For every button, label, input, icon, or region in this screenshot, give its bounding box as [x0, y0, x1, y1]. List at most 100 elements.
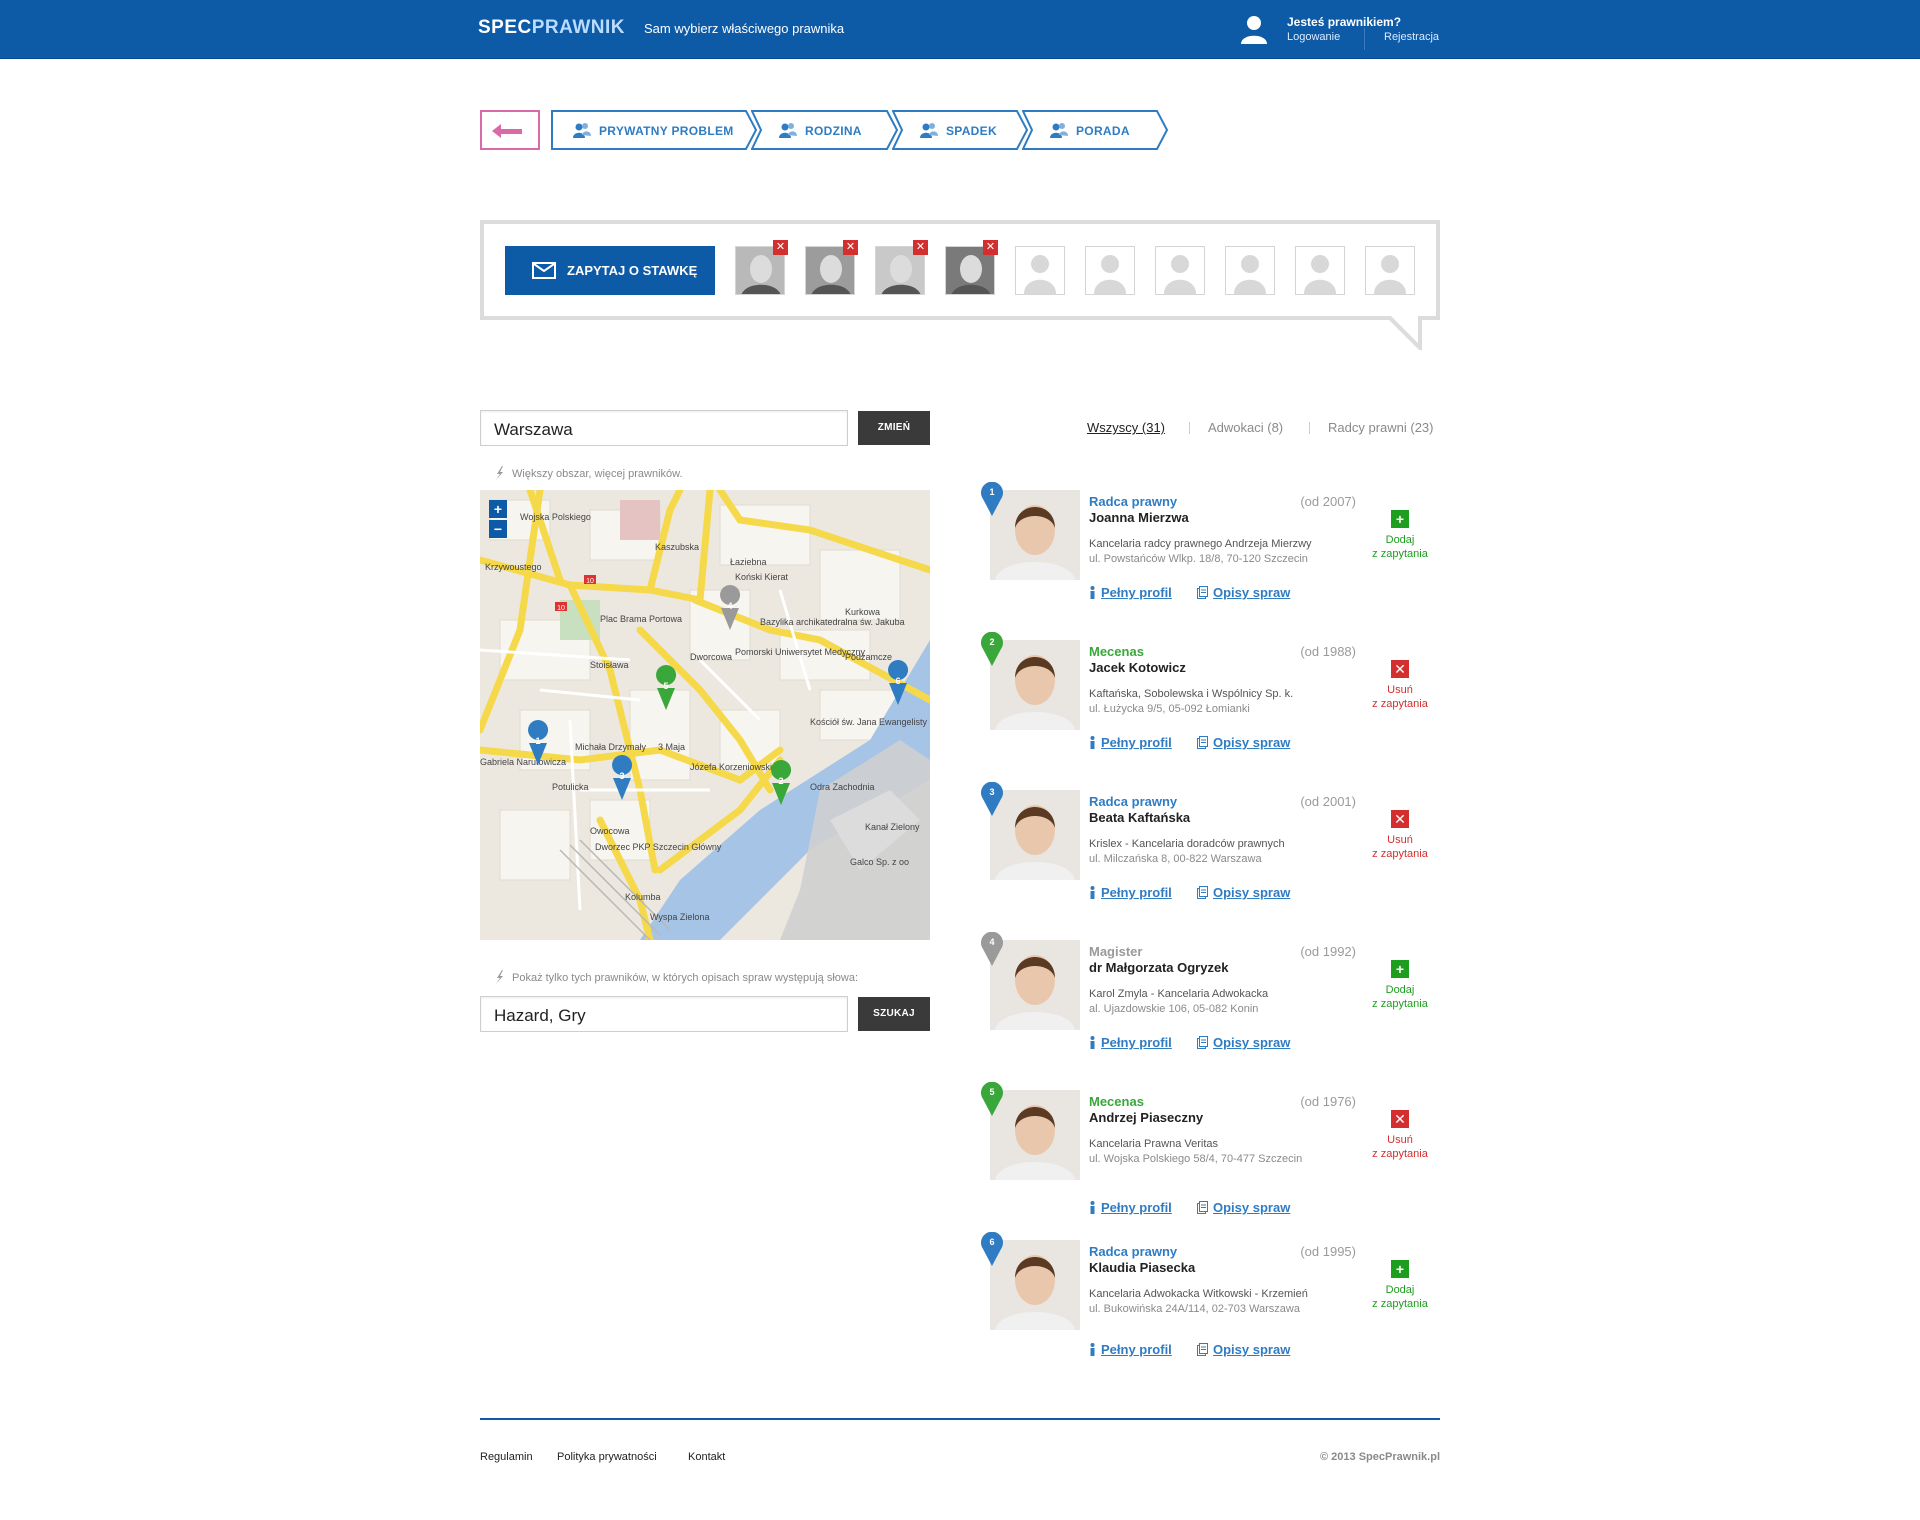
lawyer-name[interactable]: dr Małgorzata Ogryzek [1089, 960, 1228, 975]
case-descriptions-link[interactable]: Opisy spraw [1197, 885, 1290, 900]
document-icon [1197, 1201, 1208, 1214]
top-bar: SPECPRAWNIK Sam wybierz właściwego prawn… [0, 0, 1920, 59]
lawyer-name[interactable]: Beata Kaftańska [1089, 810, 1190, 825]
step-private-problem[interactable]: PRYWATNY PROBLEM [551, 110, 758, 150]
lawyer-name[interactable]: Andrzej Piaseczny [1089, 1110, 1203, 1125]
remove-thumbnail-button[interactable]: ✕ [843, 240, 858, 255]
lawyer-card: 5 Mecenas (od 1976) Andrzej Piaseczny Ka… [980, 1081, 1440, 1222]
road-marker-label: 10 [586, 578, 594, 585]
add-to-request-button[interactable]: + Dodaj z zapytania [1360, 510, 1440, 561]
map-canvas: 10 10 Plac Brama Portowa Bazylika archik… [480, 490, 930, 940]
person-icon [1090, 1343, 1095, 1356]
footer-link-contact[interactable]: Kontakt [688, 1451, 725, 1463]
lawyer-role: Radca prawny [1089, 794, 1178, 809]
empty-slot [1015, 246, 1065, 295]
search-button[interactable]: SZUKAJ [858, 997, 930, 1031]
full-profile-link[interactable]: Pełny profil [1089, 1200, 1172, 1215]
lawyer-card: 6 Radca prawny (od 1995) Klaudia Piaseck… [980, 1231, 1440, 1372]
tab-advocates[interactable]: Adwokaci (8) [1208, 420, 1283, 435]
empty-slot [1295, 246, 1345, 295]
add-to-request-button[interactable]: + Dodaj z zapytania [1360, 1260, 1440, 1311]
lawyer-name[interactable]: Klaudia Piasecka [1089, 1260, 1195, 1275]
tab-divider [1309, 422, 1310, 434]
close-icon: ✕ [1391, 810, 1409, 828]
case-descriptions-link[interactable]: Opisy spraw [1197, 1342, 1290, 1357]
lawyer-card: 3 Radca prawny (od 2001) Beata Kaftańska… [980, 781, 1440, 922]
zoom-out-button[interactable]: − [489, 520, 507, 538]
remove-thumbnail-button[interactable]: ✕ [983, 240, 998, 255]
login-link[interactable]: Logowanie [1287, 31, 1340, 43]
remove-from-request-button[interactable]: ✕ Usuń z zapytania [1360, 660, 1440, 711]
map[interactable]: 10 10 Plac Brama Portowa Bazylika archik… [480, 490, 930, 940]
location-pin-icon: 4 [980, 931, 1004, 966]
full-profile-link[interactable]: Pełny profil [1089, 885, 1172, 900]
map-pin-label: 6 [895, 676, 900, 686]
full-profile-link[interactable]: Pełny profil [1089, 1035, 1172, 1050]
lawyer-firm: Krislex - Kancelaria doradców prawnych [1089, 838, 1285, 850]
full-profile-link[interactable]: Pełny profil [1089, 585, 1172, 600]
change-location-button[interactable]: ZMIEŃ [858, 411, 930, 445]
lawyer-firm: Karol Zmyla - Kancelaria Adwokacka [1089, 988, 1269, 1000]
tab-all[interactable]: Wszyscy (31) [1087, 420, 1165, 435]
step-inheritance[interactable]: SPADEK [892, 110, 1029, 150]
lawyer-role: Mecenas [1089, 644, 1144, 659]
placeholder-avatar-icon [1164, 255, 1196, 294]
lawyer-card: 4 Magister (od 1992) dr Małgorzata Ogryz… [980, 931, 1440, 1072]
lawyer-address: al. Ujazdowskie 106, 05-082 Konin [1089, 1003, 1259, 1015]
case-descriptions-link[interactable]: Opisy spraw [1197, 1200, 1290, 1215]
empty-slot [1225, 246, 1275, 295]
step-family[interactable]: RODZINA [751, 110, 899, 150]
map-label: Kolumba [625, 892, 661, 902]
plus-icon: + [1391, 960, 1409, 978]
remove-from-request-button[interactable]: ✕ Usuń z zapytania [1360, 810, 1440, 861]
users-icon [779, 123, 797, 138]
lawyer-since: (od 1992) [1300, 944, 1356, 959]
full-profile-link[interactable]: Pełny profil [1089, 1342, 1172, 1357]
zoom-in-button[interactable]: + [489, 500, 507, 518]
map-label: Plac Brama Portowa [600, 614, 682, 624]
register-link[interactable]: Rejestracja [1384, 31, 1439, 43]
map-label: Kanał Zielony [865, 822, 920, 832]
step-advice[interactable]: PORADA [1022, 110, 1169, 150]
lawyer-name[interactable]: Jacek Kotowicz [1089, 660, 1186, 675]
location-pin-icon: 1 [980, 481, 1004, 516]
placeholder-avatar-icon [1094, 255, 1126, 294]
logo[interactable]: SPECPRAWNIK [478, 17, 625, 39]
lawyer-since: (od 1976) [1300, 1094, 1356, 1109]
document-icon [1197, 1036, 1208, 1049]
lawyer-firm: Kaftańska, Sobolewska i Wspólnicy Sp. k. [1089, 688, 1294, 700]
ask-for-rate-button[interactable]: ZAPYTAJ O STAWKĘ [505, 246, 715, 295]
remove-thumbnail-button[interactable]: ✕ [773, 240, 788, 255]
case-descriptions-link[interactable]: Opisy spraw [1197, 585, 1290, 600]
tab-legal-advisers[interactable]: Radcy prawni (23) [1328, 420, 1434, 435]
add-to-request-button[interactable]: + Dodaj z zapytania [1360, 960, 1440, 1011]
remove-thumbnail-button[interactable]: ✕ [913, 240, 928, 255]
map-label: 3 Maja [658, 742, 685, 752]
map-label: Galco Sp. z oo [850, 857, 909, 867]
case-descriptions-link[interactable]: Opisy spraw [1197, 1035, 1290, 1050]
full-profile-link[interactable]: Pełny profil [1089, 735, 1172, 750]
lawyer-since: (od 2007) [1300, 494, 1356, 509]
location-pin-icon: 6 [980, 1231, 1004, 1266]
footer-link-terms[interactable]: Regulamin [480, 1451, 533, 1463]
document-icon [1197, 586, 1208, 599]
location-input[interactable]: Warszawa [480, 410, 848, 446]
lawyer-address: ul. Powstańców Wlkp. 18/8, 70-120 Szczec… [1089, 553, 1308, 565]
users-icon [573, 123, 591, 138]
lawyer-since: (od 1988) [1300, 644, 1356, 659]
envelope-icon [532, 262, 556, 279]
lawyer-since: (od 2001) [1300, 794, 1356, 809]
keywords-input[interactable]: Hazard, Gry [480, 996, 848, 1032]
back-arrow-icon [492, 124, 522, 138]
map-label: Bazylika archikatedralna św. Jakuba [760, 617, 905, 627]
case-descriptions-link[interactable]: Opisy spraw [1197, 735, 1290, 750]
lawyer-name[interactable]: Joanna Mierzwa [1089, 510, 1189, 525]
placeholder-avatar-icon [1024, 255, 1056, 294]
map-label: Gabriela Narutowicza [480, 757, 566, 767]
footer-link-privacy[interactable]: Polityka prywatności [557, 1451, 657, 1463]
remove-from-request-button[interactable]: ✕ Usuń z zapytania [1360, 1110, 1440, 1161]
location-pin-icon: 2 [980, 631, 1004, 666]
back-button[interactable] [480, 110, 540, 150]
map-label: Kaszubska [655, 542, 699, 552]
empty-slot [1365, 246, 1415, 295]
